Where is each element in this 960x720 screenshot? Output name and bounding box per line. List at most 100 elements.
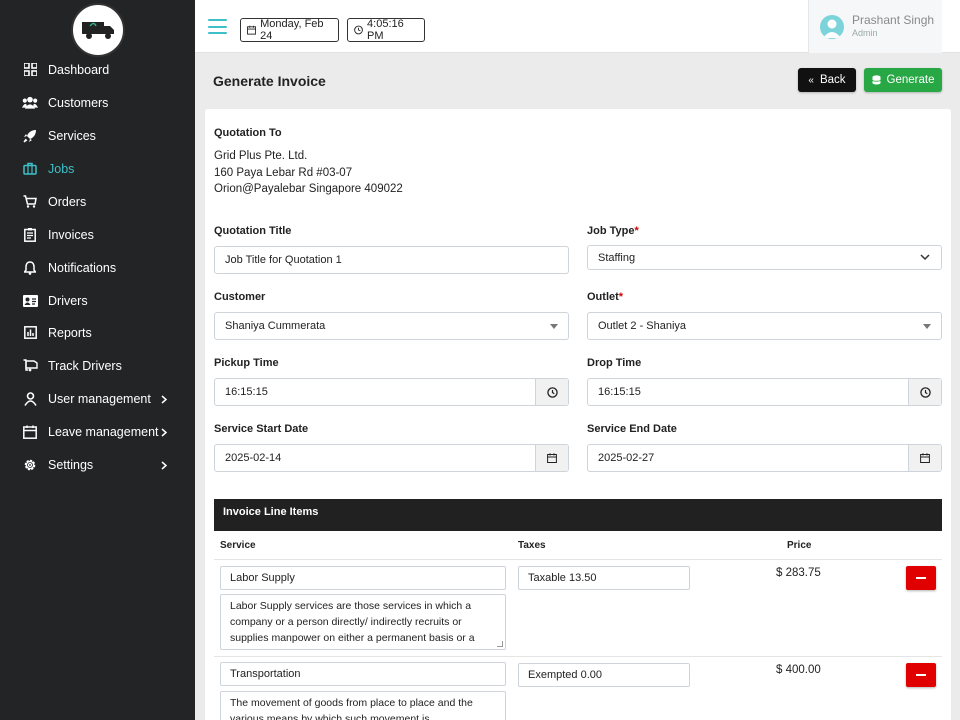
invoice-line-items-header: Invoice Line Items — [214, 499, 942, 531]
invoice-form-card: Quotation To Grid Plus Pte. Ltd. 160 Pay… — [205, 109, 951, 720]
clock-icon[interactable] — [535, 379, 568, 405]
sidebar-item-settings[interactable]: Settings — [0, 448, 195, 481]
service-start-date-label: Service Start Date — [214, 423, 309, 435]
database-icon — [871, 75, 881, 85]
rocket-icon — [22, 128, 38, 144]
service-description-textarea[interactable]: The movement of goods from place to plac… — [220, 691, 506, 720]
remove-line-button[interactable] — [906, 663, 936, 687]
outlet-select[interactable]: Outlet 2 - Shaniya — [587, 312, 942, 340]
address-line: Orion@Payalebar Singapore 409022 — [214, 183, 403, 195]
generate-button[interactable]: Generate — [864, 68, 942, 92]
line-price: $ 283.75 — [776, 567, 821, 579]
date-chip: Monday, Feb 24 — [240, 18, 339, 42]
user-icon — [22, 391, 38, 407]
quotation-to-label: Quotation To — [214, 127, 282, 139]
sidebar-item-user-management[interactable]: User management — [0, 382, 195, 415]
user-menu[interactable]: Prashant Singh Admin — [808, 0, 942, 53]
chart-icon — [22, 325, 38, 341]
address-line: Grid Plus Pte. Ltd. — [214, 150, 308, 162]
user-name: Prashant Singh — [852, 13, 935, 27]
job-type-label: Job Type* — [587, 225, 639, 237]
drop-time-input[interactable]: 16:15:15 — [587, 378, 942, 406]
caret-down-icon — [923, 324, 931, 329]
sidebar-item-leave-management[interactable]: Leave management — [0, 415, 195, 448]
customer-select[interactable]: Shaniya Cummerata — [214, 312, 569, 340]
pickup-time-label: Pickup Time — [214, 357, 279, 369]
calendar-icon[interactable] — [535, 445, 568, 471]
sidebar-item-orders[interactable]: Orders — [0, 185, 195, 218]
bell-icon — [22, 260, 38, 276]
user-role: Admin — [852, 28, 878, 38]
outlet-label: Outlet* — [587, 291, 624, 303]
column-header-service: Service — [220, 540, 256, 551]
sidebar-item-reports[interactable]: Reports — [0, 316, 195, 349]
service-name-input[interactable]: Labor Supply — [220, 566, 506, 590]
calendar-icon — [22, 424, 38, 440]
sidebar-item-services[interactable]: Services — [0, 119, 195, 152]
sidebar-item-label: Services — [48, 128, 96, 143]
clock-icon[interactable] — [908, 379, 941, 405]
drop-time-label: Drop Time — [587, 357, 642, 369]
sidebar: Dashboard Customers Services Jobs Orders… — [0, 0, 195, 720]
column-header-price: Price — [787, 540, 812, 551]
service-description-textarea[interactable]: Labor Supply services are those services… — [220, 594, 506, 650]
resize-handle-icon[interactable] — [497, 641, 503, 647]
sidebar-item-customers[interactable]: Customers — [0, 86, 195, 119]
sidebar-item-drivers[interactable]: Drivers — [0, 284, 195, 317]
company-logo[interactable] — [70, 3, 125, 57]
quotation-address: Grid Plus Pte. Ltd. 160 Paya Lebar Rd #0… — [214, 148, 403, 198]
service-start-date-input[interactable]: 2025-02-14 — [214, 444, 569, 472]
pickup-time-input[interactable]: 16:15:15 — [214, 378, 569, 406]
back-button[interactable]: « Back — [798, 68, 856, 92]
truck-logo-icon — [81, 22, 114, 39]
menu-toggle-icon[interactable] — [208, 19, 227, 34]
address-line: 160 Paya Lebar Rd #03-07 — [214, 166, 353, 179]
truck-icon — [22, 358, 38, 374]
sidebar-item-label: Orders — [48, 194, 87, 209]
customer-label: Customer — [214, 291, 266, 303]
service-name-input[interactable]: Transportation — [220, 662, 506, 686]
service-end-date-input[interactable]: 2025-02-27 — [587, 444, 942, 472]
quotation-title-label: Quotation Title — [214, 225, 292, 237]
avatar — [820, 14, 844, 39]
column-header-taxes: Taxes — [518, 540, 546, 551]
caret-down-icon — [550, 324, 558, 329]
topbar: Monday, Feb 24 4:05:16 PM Prashant Singh… — [195, 0, 960, 53]
sidebar-item-label: User management — [48, 391, 151, 406]
sidebar-item-label: Dashboard — [48, 62, 110, 77]
invoice-icon — [22, 227, 38, 243]
sidebar-item-track-drivers[interactable]: Track Drivers — [0, 349, 195, 382]
double-chevron-left-icon: « — [808, 74, 814, 86]
job-type-select[interactable]: Staffing — [587, 245, 942, 270]
sidebar-item-invoices[interactable]: Invoices — [0, 218, 195, 251]
sidebar-item-label: Notifications — [48, 260, 117, 275]
sidebar-item-label: Settings — [48, 457, 94, 472]
remove-line-button[interactable] — [906, 566, 936, 590]
row-divider — [214, 559, 942, 560]
users-icon — [22, 95, 38, 111]
chevron-right-icon — [161, 459, 168, 473]
time-chip: 4:05:16 PM — [347, 18, 425, 42]
current-date: Monday, Feb 24 — [260, 18, 324, 42]
sidebar-item-label: Customers — [48, 95, 109, 110]
sidebar-item-label: Track Drivers — [48, 358, 122, 373]
gear-icon — [22, 457, 38, 473]
sidebar-item-jobs[interactable]: Jobs — [0, 152, 195, 185]
page-title: Generate Invoice — [213, 73, 326, 89]
logo-wrap — [0, 0, 195, 60]
sidebar-item-dashboard[interactable]: Dashboard — [0, 53, 195, 86]
chevron-down-icon — [920, 254, 930, 261]
calendar-icon — [247, 25, 257, 35]
tax-select[interactable]: Exempted 0.00 — [518, 663, 690, 687]
tax-select[interactable]: Taxable 13.50 — [518, 566, 690, 590]
briefcase-icon — [22, 161, 38, 177]
sidebar-item-notifications[interactable]: Notifications — [0, 251, 195, 284]
dashboard-icon — [22, 62, 38, 78]
service-end-date-label: Service End Date — [587, 423, 677, 435]
calendar-icon[interactable] — [908, 445, 941, 471]
row-divider — [214, 656, 942, 657]
sidebar-item-label: Reports — [48, 325, 92, 340]
minus-icon — [916, 674, 926, 676]
quotation-title-input[interactable]: Job Title for Quotation 1 — [214, 246, 569, 274]
sidebar-item-label: Leave management — [48, 424, 159, 439]
